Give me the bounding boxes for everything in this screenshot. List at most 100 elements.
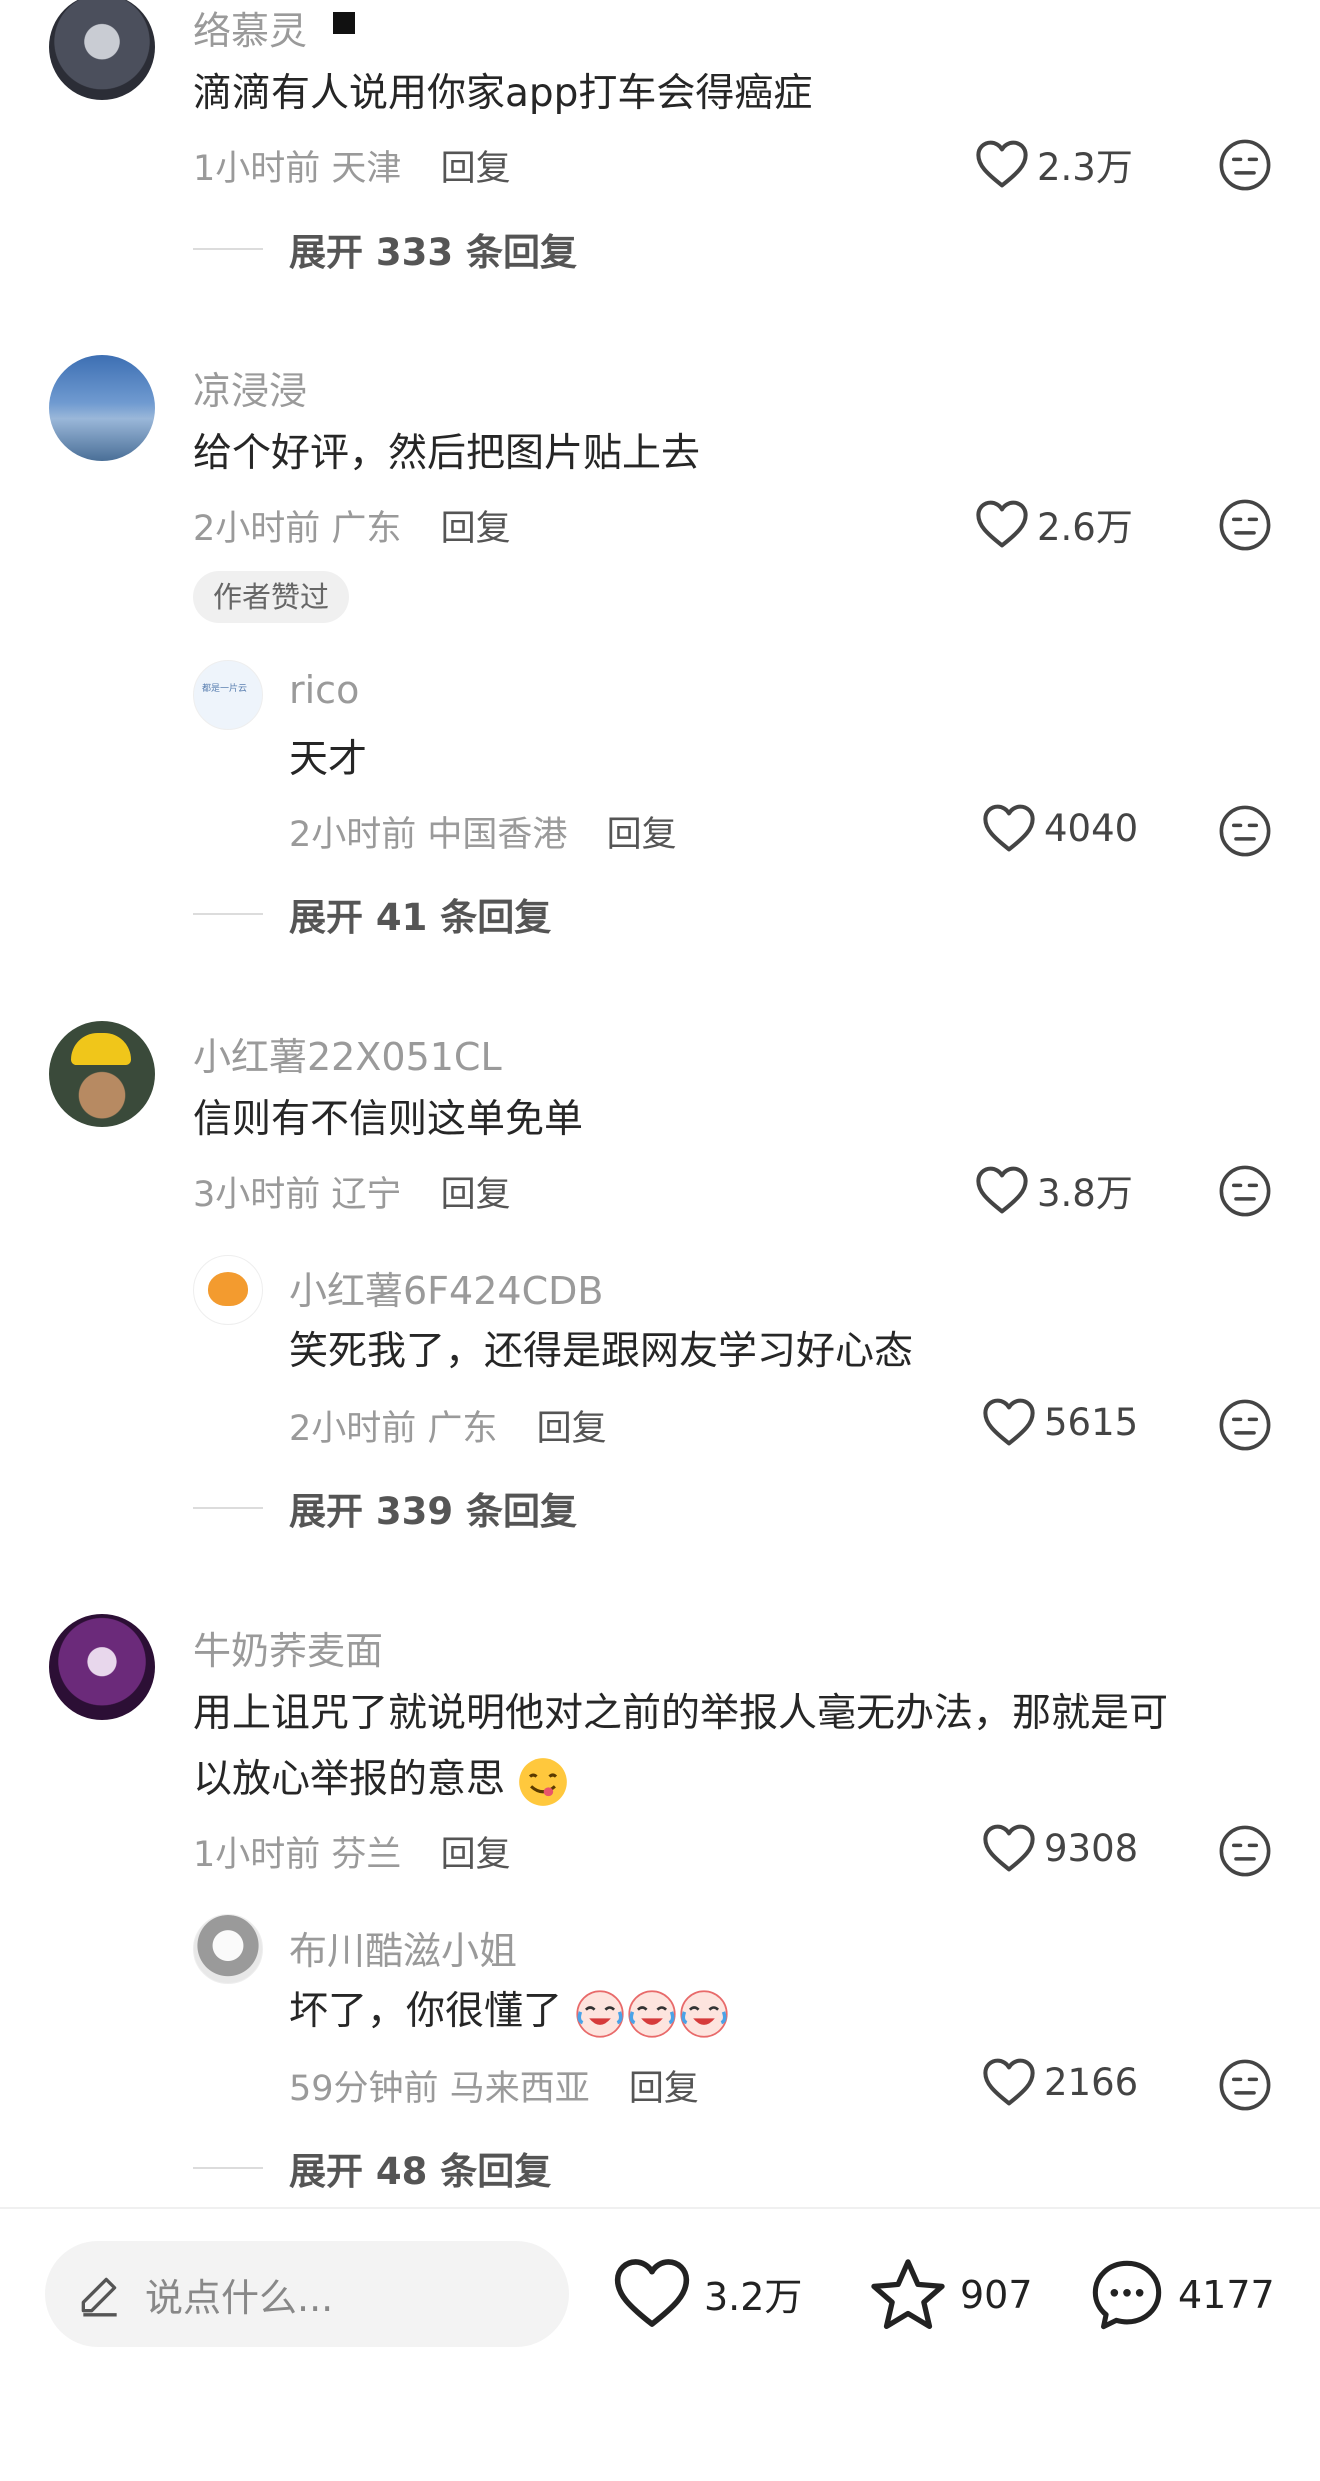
divider [193,248,263,250]
reply-meta: 2小时前 广东 回复 [289,1400,607,1451]
avatar[interactable] [49,1021,155,1127]
heart-outline-icon [982,803,1036,853]
author-liked-badge: 作者赞过 [193,571,350,623]
reply-button[interactable]: 回复 [607,815,677,855]
reply-button[interactable]: 回复 [629,2069,699,2109]
crying-laughing-emoji-icon [680,1989,729,2038]
comment-input[interactable]: 说点什么... [45,2241,569,2347]
avatar-label: 都是一片云 [202,684,248,694]
post-comment-count: 4177 [1178,2273,1275,2317]
like-count: 3.8万 [1037,1172,1133,1215]
meh-face-icon[interactable] [1218,1164,1272,1218]
reply-button[interactable]: 回复 [441,149,511,189]
post-star-button[interactable]: 907 [868,2257,1033,2333]
heart-outline-icon [975,139,1029,189]
meh-face-icon[interactable] [1218,138,1272,192]
reply-time: 59分钟前 [289,2069,439,2109]
comment-text: 给个好评，然后把图片贴上去 [193,431,701,476]
comment-location: 芬兰 [331,1835,402,1875]
cat-face-icon [208,1272,248,1306]
chat-bubble-icon [1092,2260,1162,2330]
divider [193,2167,263,2169]
reply-username[interactable]: 小红薯6F424CDB [289,1260,603,1315]
heart-outline-icon [982,1823,1036,1873]
comment-username[interactable]: 小红薯22X051CL [193,1026,502,1081]
helmet-shape [71,1033,131,1065]
like-button[interactable]: 4040 [982,803,1138,853]
post-like-button[interactable]: 3.2万 [612,2257,802,2329]
comment-meta: 1小时前 芬兰 回复 [193,1826,511,1877]
reply-avatar[interactable] [193,1914,263,1984]
comment-time: 1小时前 [193,149,321,189]
reply-button[interactable]: 回复 [441,1835,511,1875]
like-count: 9308 [1044,1826,1139,1870]
expand-replies[interactable]: 展开 339 条回复 [193,1481,577,1535]
reply-location: 马来西亚 [449,2069,590,2109]
reply-time: 2小时前 [289,1409,417,1449]
comment-text: 信则有不信则这单免单 [193,1097,584,1142]
meh-face-icon[interactable] [1218,1824,1272,1878]
crying-laughing-emoji-icon [628,1989,677,2038]
comment-username[interactable]: 络慕灵 [193,0,307,55]
expand-replies-label[interactable]: 展开 48 条回复 [289,2141,551,2195]
like-button[interactable]: 5615 [982,1397,1138,1447]
reply-text: 笑死我了，还得是跟网友学习好心态 [289,1329,914,1374]
expand-replies[interactable]: 展开 41 条回复 [193,887,551,941]
comment-location: 广东 [331,509,402,549]
avatar[interactable] [49,0,155,100]
reply-button[interactable]: 回复 [441,1175,511,1215]
comment-username[interactable]: 凉浸浸 [193,360,307,415]
reply-button[interactable]: 回复 [441,509,511,549]
comment-text-line-2: 以放心举报的意思 [193,1746,569,1814]
expand-replies[interactable]: 展开 48 条回复 [193,2141,551,2195]
reply-text: 天才 [289,737,368,782]
comment-time: 3小时前 [193,1175,321,1215]
reply-avatar[interactable] [193,1255,263,1325]
reply-username[interactable]: rico [289,668,359,712]
meh-face-icon[interactable] [1218,498,1272,552]
expand-replies[interactable]: 展开 333 条回复 [193,222,577,276]
post-star-count: 907 [960,2273,1033,2317]
pencil-icon [81,2277,117,2317]
like-count: 4040 [1044,806,1139,850]
reply-username[interactable]: 布川酷滋小姐 [289,1920,517,1975]
comment-text: 滴滴有人说用你家app打车会得癌症 [193,71,813,116]
comment-meta: 1小时前 天津 回复 [193,140,511,191]
user-tag-icon [333,12,355,34]
expand-replies-label[interactable]: 展开 339 条回复 [289,1481,577,1535]
meh-face-icon[interactable] [1218,1398,1272,1452]
like-button[interactable]: 2.6万 [975,497,1133,551]
like-button[interactable]: 2.3万 [975,137,1133,191]
reply-button[interactable]: 回复 [537,1409,607,1449]
heart-outline-icon [975,499,1029,549]
post-like-count: 3.2万 [704,2274,803,2319]
reply-location: 中国香港 [427,815,568,855]
like-count: 2.3万 [1037,146,1133,189]
like-button[interactable]: 2166 [982,2057,1138,2107]
divider [193,913,263,915]
heart-outline-icon [982,1397,1036,1447]
heart-outline-icon [975,1165,1029,1215]
avatar[interactable] [49,355,155,461]
yum-emoji-icon [519,1757,568,1806]
reply-text-row: 坏了，你很懂了 [289,1978,730,2046]
expand-replies-label[interactable]: 展开 333 条回复 [289,222,577,276]
expand-replies-label[interactable]: 展开 41 条回复 [289,887,551,941]
meh-face-icon[interactable] [1218,804,1272,858]
meh-face-icon[interactable] [1218,2058,1272,2112]
like-count: 5615 [1044,1400,1139,1444]
reply-time: 2小时前 [289,815,417,855]
like-button[interactable]: 9308 [982,1823,1138,1873]
reply-avatar[interactable]: 都是一片云 [193,660,263,730]
post-comment-button[interactable]: 4177 [1088,2257,1275,2333]
like-button[interactable]: 3.8万 [975,1163,1133,1217]
like-count: 2.6万 [1037,506,1133,549]
bottom-action-bar: 说点什么... 3.2万 907 4177 [0,2207,1320,2481]
reply-location: 广东 [427,1409,498,1449]
comment-text-line-2-text: 以放心举报的意思 [193,1757,506,1802]
comment-location: 辽宁 [331,1175,402,1215]
reply-text: 坏了，你很懂了 [289,1989,563,2034]
comment-username[interactable]: 牛奶荞麦面 [193,1620,383,1675]
avatar[interactable] [49,1614,155,1720]
comment-time: 2小时前 [193,509,321,549]
